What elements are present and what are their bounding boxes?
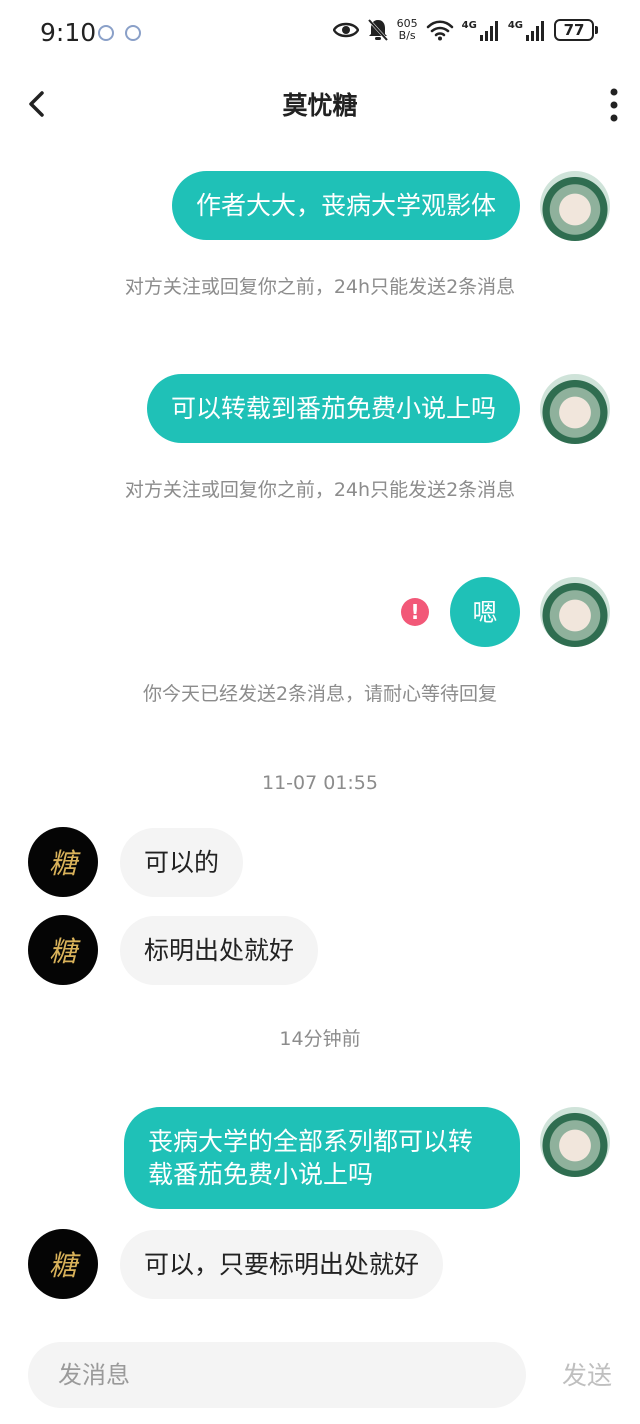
- other-message-bubble[interactable]: 可以，只要标明出处就好: [120, 1230, 444, 1299]
- message-text: 可以，只要标明出处就好: [144, 1250, 420, 1279]
- battery-icon: 77: [554, 19, 598, 41]
- other-avatar[interactable]: 糖: [28, 827, 98, 897]
- signal-bars-icon: [479, 20, 498, 41]
- page-title: 莫忧糖: [282, 91, 358, 120]
- send-failed-icon[interactable]: !: [401, 598, 429, 626]
- message-text: 丧病大学的全部系列都可以转载番茄免费小说上吗: [148, 1127, 474, 1189]
- app-notification-icon: [125, 25, 141, 41]
- system-notice: 对方关注或回复你之前，24h只能发送2条消息: [124, 276, 516, 298]
- my-avatar[interactable]: [540, 374, 610, 444]
- avatar-text: 糖: [48, 935, 77, 968]
- eye-icon: [332, 22, 359, 38]
- signal-1: 4G: [462, 20, 500, 41]
- my-avatar[interactable]: [540, 577, 610, 647]
- system-notice: 你今天已经发送2条消息，请耐心等待回复: [142, 683, 498, 705]
- message-input-bar: 发送: [0, 1320, 640, 1424]
- network-speed-unit: B/s: [398, 29, 416, 42]
- network-speed: 605 B/s: [397, 18, 418, 42]
- status-time: 9:10: [40, 18, 97, 47]
- system-notice: 对方关注或回复你之前，24h只能发送2条消息: [124, 479, 516, 501]
- my-message-bubble[interactable]: 作者大大，丧病大学观影体: [171, 171, 520, 240]
- message-text: 可以的: [144, 848, 220, 877]
- signal-2: 4G: [508, 20, 546, 41]
- send-button[interactable]: 发送: [562, 1356, 612, 1392]
- wifi-icon: [426, 20, 453, 41]
- my-avatar[interactable]: [540, 1107, 610, 1177]
- status-bar: 9:10 605 B/s 4G 4G 77: [0, 0, 640, 66]
- chat-screen: 9:10 605 B/s 4G 4G 77 莫忧糖 作者大大，丧病大学观影体 对…: [0, 0, 640, 1424]
- signal-2-label: 4G: [507, 19, 523, 31]
- my-message-bubble[interactable]: 可以转载到番茄免费小说上吗: [146, 374, 520, 443]
- message-input[interactable]: [28, 1342, 526, 1408]
- message-text: 标明出处就好: [144, 936, 295, 965]
- battery-level: 77: [563, 21, 585, 39]
- avatar-text: 糖: [48, 1249, 77, 1282]
- status-icons: 605 B/s 4G 4G 77: [332, 18, 598, 42]
- other-message-bubble[interactable]: 标明出处就好: [120, 916, 319, 985]
- signal-1-label: 4G: [461, 19, 477, 31]
- timestamp: 11-07 01:55: [261, 772, 378, 794]
- bell-muted-icon: [367, 18, 388, 42]
- other-message-bubble[interactable]: 可以的: [120, 828, 244, 897]
- timestamp: 14分钟前: [279, 1028, 361, 1050]
- signal-bars-icon: [526, 20, 544, 41]
- chat-header: 莫忧糖: [0, 66, 640, 142]
- other-avatar[interactable]: 糖: [28, 915, 98, 985]
- message-list: 作者大大，丧病大学观影体 对方关注或回复你之前，24h只能发送2条消息 可以转载…: [0, 142, 640, 1320]
- message-text: 嗯: [472, 597, 498, 627]
- app-notification-icon: [98, 25, 114, 41]
- message-text: 作者大大，丧病大学观影体: [195, 191, 496, 220]
- my-message-bubble[interactable]: 嗯: [450, 577, 520, 647]
- avatar-text: 糖: [48, 847, 77, 880]
- my-message-bubble[interactable]: 丧病大学的全部系列都可以转载番茄免费小说上吗: [124, 1107, 520, 1209]
- more-options-icon[interactable]: [608, 88, 620, 122]
- message-text: 可以转载到番茄免费小说上吗: [170, 394, 496, 423]
- my-avatar[interactable]: [540, 171, 610, 241]
- other-avatar[interactable]: 糖: [28, 1229, 98, 1299]
